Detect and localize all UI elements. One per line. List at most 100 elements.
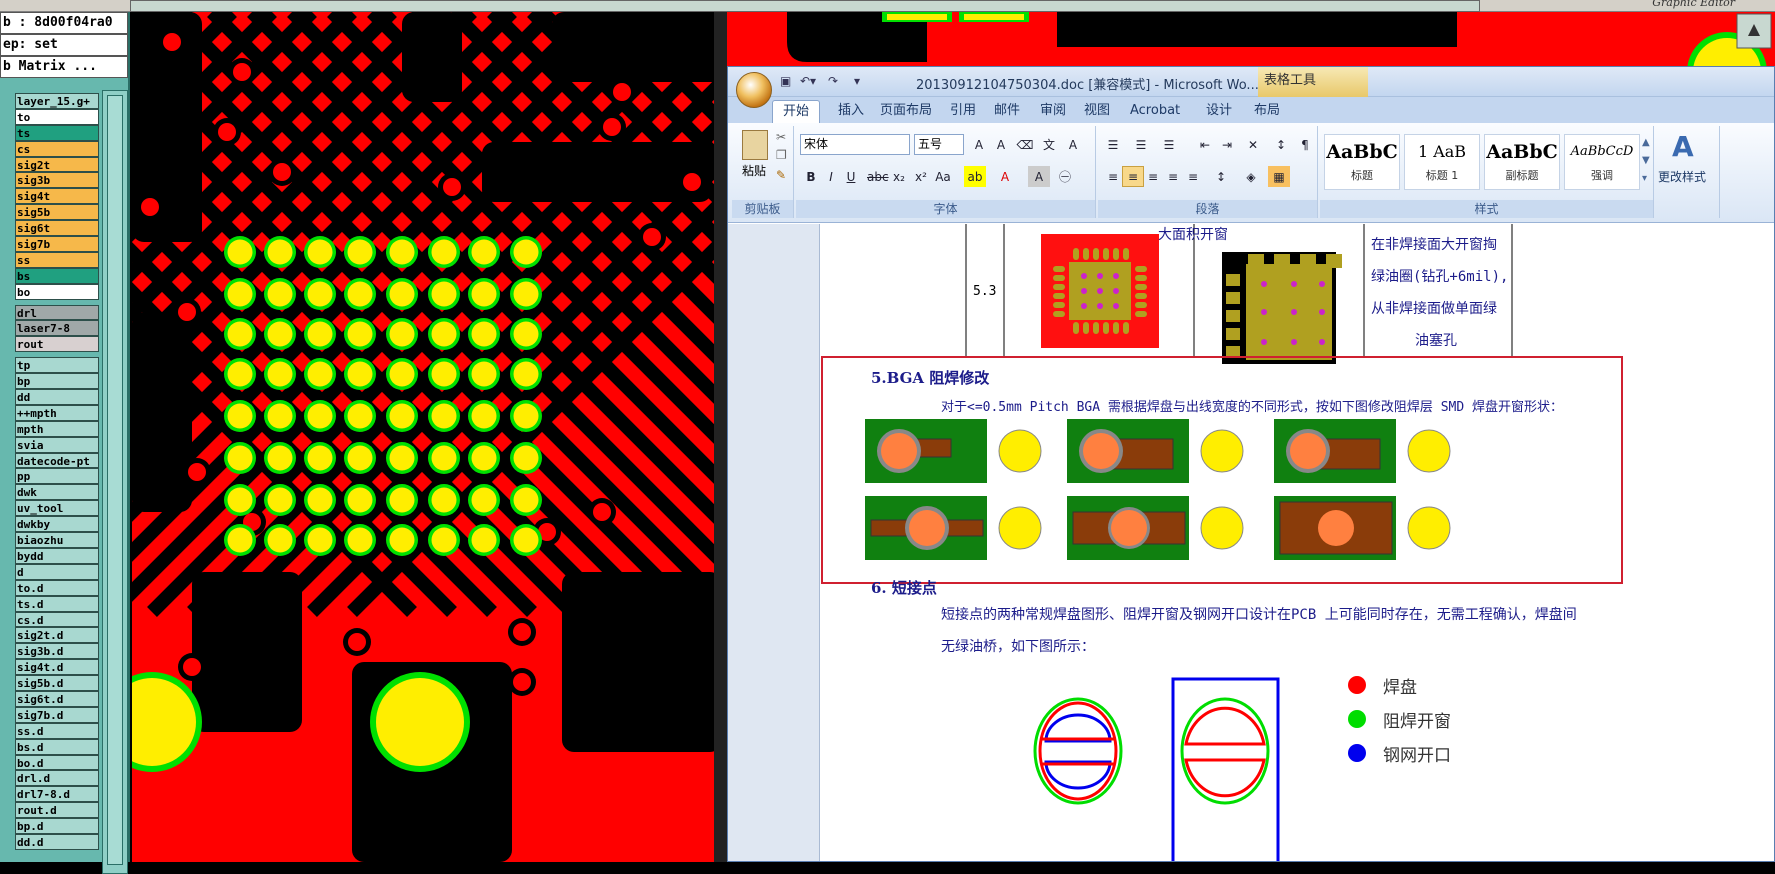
borders-icon[interactable]: ▦ (1268, 166, 1290, 187)
pcb-canvas[interactable] (132, 12, 727, 862)
layer-item[interactable]: drl.d (15, 770, 99, 787)
save-icon[interactable]: ▣ (780, 74, 791, 88)
layer-item[interactable]: bp (15, 373, 99, 390)
style-emphasis[interactable]: AaBbCcD 强调 (1564, 134, 1640, 190)
clear-format-icon[interactable]: ⌫ (1014, 134, 1036, 155)
line-spacing-icon[interactable]: ↕ (1210, 166, 1232, 187)
layer-item[interactable]: rout.d (15, 802, 99, 819)
style-title[interactable]: AaBbC 标题 (1324, 134, 1400, 190)
layer-item[interactable]: to (15, 108, 99, 125)
layer-item[interactable]: sig2t (15, 156, 99, 173)
step-field[interactable]: ep: set (0, 34, 128, 56)
layer-item[interactable]: sig2t.d (15, 627, 99, 644)
change-case-icon[interactable]: Aa (932, 166, 954, 187)
change-styles-label[interactable]: 更改样式 (1658, 168, 1706, 185)
copy-icon[interactable]: ❐ (776, 148, 787, 162)
office-button-icon[interactable] (736, 72, 772, 108)
layer-item[interactable]: ss (15, 251, 99, 268)
superscript-icon[interactable]: x² (910, 166, 932, 187)
layer-item[interactable]: biaozhu (15, 532, 99, 548)
undo-icon[interactable]: ↶▾ (800, 74, 816, 88)
distributed-icon[interactable]: ≡ (1182, 166, 1204, 187)
layer-item[interactable]: mpth (15, 420, 99, 437)
matrix-button[interactable]: b Matrix ... (0, 56, 128, 78)
subscript-icon[interactable]: x₂ (888, 166, 910, 187)
layer-item[interactable]: sig7b.d (15, 706, 99, 723)
shading-icon[interactable]: ◈ (1240, 166, 1262, 187)
align-left-icon[interactable]: ≡ (1102, 166, 1124, 187)
layer-item[interactable]: dwkby (15, 516, 99, 533)
layer-item[interactable]: bo.d (15, 754, 99, 771)
justify-icon[interactable]: ≡ (1162, 166, 1184, 187)
tab-home[interactable]: 开始 (772, 100, 821, 123)
highlight-icon[interactable]: ab (964, 166, 986, 187)
layer-item[interactable]: dd (15, 389, 99, 405)
layer-item[interactable]: drl (15, 304, 99, 321)
layer-item[interactable]: sig6t.d (15, 690, 99, 707)
layer-item[interactable]: uv_tool (15, 500, 99, 517)
change-styles-icon[interactable]: A (1672, 130, 1694, 163)
layer-item[interactable]: pp (15, 468, 99, 485)
layer-item[interactable]: bp.d (15, 818, 99, 834)
char-shading-icon[interactable]: A (1028, 166, 1050, 187)
job-field[interactable]: b : 8d00f04ra0 (0, 12, 128, 34)
enclose-char-icon[interactable]: ㊀ (1054, 166, 1076, 187)
italic-icon[interactable]: I (820, 166, 842, 187)
tab-acrobat[interactable]: Acrobat (1120, 100, 1190, 123)
styles-scroll-icon[interactable]: ▲ ▼ ▾ (1642, 134, 1650, 188)
document-area[interactable]: 大面积开窗 5.3 在非焊接面大开窗掏 绿油圈(钻孔+6mil), 从非焊接面做… (728, 224, 1774, 861)
bullets-icon[interactable]: ☰ (1102, 134, 1124, 155)
style-subtitle[interactable]: AaBbC 副标题 (1484, 134, 1560, 190)
cut-icon[interactable]: ✂ (776, 130, 786, 144)
layer-item[interactable]: dwk (15, 484, 99, 501)
char-border-icon[interactable]: A (1062, 134, 1084, 155)
qat-customize-icon[interactable]: ▾ (854, 74, 860, 88)
decrease-indent-icon[interactable]: ⇤ (1194, 134, 1216, 155)
font-size-combo[interactable]: 五号 (914, 134, 964, 155)
tab-design[interactable]: 设计 (1196, 100, 1242, 123)
strikethrough-icon[interactable]: abc (866, 166, 889, 187)
layer-item[interactable]: sig5b (15, 204, 99, 221)
align-right-icon[interactable]: ≡ (1142, 166, 1164, 187)
layer-item[interactable]: bs.d (15, 738, 99, 755)
phonetic-icon[interactable]: 文 (1038, 134, 1060, 155)
tab-mailings[interactable]: 邮件 (984, 100, 1030, 123)
layer-item[interactable]: bo (15, 283, 99, 300)
numbering-icon[interactable]: ☰ (1130, 134, 1152, 155)
format-painter-icon[interactable]: ✎ (776, 168, 786, 182)
layer-item[interactable]: ++mpth (15, 404, 99, 421)
layer-item[interactable]: dd.d (15, 833, 99, 850)
tab-page-layout[interactable]: 页面布局 (870, 100, 942, 123)
layer-item[interactable]: tp (15, 357, 99, 374)
layer-item[interactable]: datecode-pt (15, 452, 99, 469)
align-center-icon[interactable]: ≡ (1122, 166, 1144, 187)
underline-icon[interactable]: U (840, 166, 862, 187)
layer-scrollbar[interactable] (102, 90, 128, 874)
font-name-combo[interactable]: 宋体 (800, 134, 910, 155)
tab-references[interactable]: 引用 (940, 100, 986, 123)
layer-item[interactable]: bydd (15, 547, 99, 564)
tab-insert[interactable]: 插入 (828, 100, 874, 123)
layer-item[interactable]: layer_15.g+ (15, 93, 99, 109)
bold-icon[interactable]: B (800, 166, 822, 187)
layer-item[interactable]: ts.d (15, 595, 99, 612)
layer-item[interactable]: ts (15, 124, 99, 141)
style-heading1[interactable]: 1 AaB 标题 1 (1404, 134, 1480, 190)
layer-item[interactable]: d (15, 563, 99, 580)
show-marks-icon[interactable]: ¶ (1294, 134, 1316, 155)
tab-view[interactable]: 视图 (1074, 100, 1120, 123)
layer-item[interactable]: sig6t (15, 220, 99, 237)
tab-layout[interactable]: 布局 (1244, 100, 1290, 123)
layer-item[interactable]: sig5b.d (15, 675, 99, 691)
layer-item[interactable]: ss.d (15, 722, 99, 739)
layer-item[interactable]: sig4t (15, 188, 99, 205)
shrink-font-icon[interactable]: A (990, 134, 1012, 155)
paste-label[interactable]: 粘贴 (742, 162, 766, 179)
layer-item[interactable]: laser7-8 (15, 320, 99, 337)
increase-indent-icon[interactable]: ⇥ (1216, 134, 1238, 155)
asian-layout-icon[interactable]: ✕ (1242, 134, 1264, 155)
layer-item[interactable]: to.d (15, 579, 99, 596)
layer-item[interactable]: rout (15, 336, 99, 353)
grow-font-icon[interactable]: A (968, 134, 990, 155)
tab-review[interactable]: 审阅 (1030, 100, 1076, 123)
